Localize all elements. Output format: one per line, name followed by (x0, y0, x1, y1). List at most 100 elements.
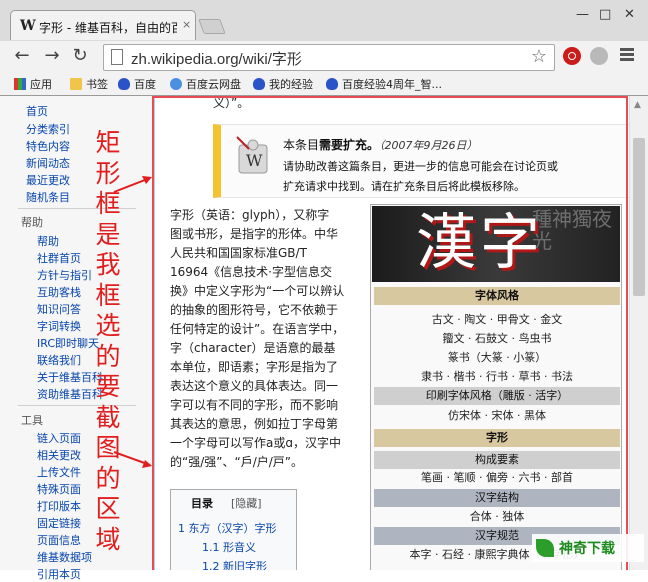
article-content: 义）”。 W 本条目需要扩充。（2007年9月26日） 请协助改善这篇条目，更进… (154, 96, 629, 570)
infobox-row[interactable]: 隶书 · 楷书 · 行书 · 草书 · 书法 (374, 368, 620, 384)
table-of-contents: 目录 [隐藏] 1 东方（汉字）字形 1.1 形音义 1.2 新旧字形 (170, 489, 297, 570)
bookmark-baidu[interactable]: 百度 (118, 76, 156, 92)
bookmark-folder[interactable]: 书签 (70, 76, 108, 92)
section-font-style: 字体风格 (374, 287, 620, 305)
infobox-row[interactable]: 古文 · 陶文 · 甲骨文 · 金文 (374, 311, 620, 327)
toc-title: 目录 (191, 497, 213, 510)
sidebar-item-random[interactable]: 随机条目 (26, 189, 70, 205)
sidebar-item-policies[interactable]: 方针与指引 (37, 267, 92, 283)
sidebar-item-wikidata[interactable]: 维基数据项 (37, 549, 92, 565)
sidebar-item-featured[interactable]: 特色内容 (26, 138, 70, 154)
maximize-icon[interactable]: □ (599, 7, 611, 22)
menu-icon[interactable] (620, 48, 634, 63)
watermark-logo: 神奇下载 (532, 534, 644, 562)
section-structure: 汉字结构 (374, 489, 620, 507)
sidebar-item-special-pages[interactable]: 特殊页面 (37, 481, 81, 497)
notice-title: 本条目需要扩充。（2007年9月26日） (283, 138, 478, 152)
article-line: 16964《信息技术·字型信息交 (170, 265, 332, 279)
new-tab-button[interactable] (198, 19, 226, 34)
infobox-row[interactable]: 仿宋体 · 宋体 · 黑体 (374, 407, 620, 423)
bookmark-star-icon[interactable]: ☆ (531, 46, 547, 67)
red-arrow-icon (113, 451, 152, 468)
article-line: 的“强/强”、“戶/户/戸”。 (170, 455, 303, 469)
article-line: 表达这个意义的具体表达。同一 (170, 379, 339, 393)
article-line: 的抽象的图形符号，它不依赖于 (170, 303, 339, 317)
sidebar-item-permalink[interactable]: 固定链接 (37, 515, 81, 531)
svg-text:W: W (246, 151, 263, 170)
baidu-paw-icon (118, 78, 130, 90)
tab-close-icon[interactable]: × (182, 18, 191, 31)
article-line: 任何特定的设计”。在语言学中， (170, 322, 345, 336)
toc-item[interactable]: 1.1 形音义 (202, 539, 256, 555)
article-line: 字形（英语：glyph），又称字 (170, 208, 330, 222)
sidebar-item-what-links-here[interactable]: 链入页面 (37, 430, 81, 446)
sidebar-item-news[interactable]: 新闻动态 (26, 155, 70, 171)
chinese-character-infobox: 種神獨夜光 漢字 字体风格 古文 · 陶文 · 甲骨文 · 金文 籀文 · 石鼓… (370, 204, 622, 570)
sidebar-item-home[interactable]: 首页 (26, 103, 48, 119)
wikipedia-favicon-icon: W (20, 18, 36, 34)
address-bar[interactable]: zh.wikipedia.org/wiki/字形 ☆ (103, 44, 555, 71)
sidebar-section-help: 帮助 (21, 216, 43, 229)
page-scrollbar[interactable]: ▲ (629, 96, 648, 570)
article-line: 本单位，即语素；字形是指为了 (170, 360, 339, 374)
tab-title: 字形 - 维基百科，自由的百科全书 (39, 21, 177, 35)
bookmark-apps[interactable]: 应用 (14, 76, 52, 92)
sidebar-item-related-changes[interactable]: 相关更改 (37, 447, 81, 463)
browser-chrome: W 字形 - 维基百科，自由的百科全书 × — □ ✕ ← → ↻ zh.wik… (0, 0, 648, 96)
baidu-paw-icon (253, 78, 265, 90)
leaf-logo-icon (536, 539, 554, 557)
bookmark-baidu-4th[interactable]: 百度经验4周年_智... (326, 76, 442, 92)
article-line: 换》中定义字形为“一个可以辨认 (170, 284, 345, 298)
bookmark-my-experience[interactable]: 我的经验 (253, 76, 313, 92)
apps-grid-icon (14, 78, 26, 90)
notice-line-3: 扩充请求中找到。请在扩充条目后将此模板移除。 (283, 180, 525, 193)
scrollbar-thumb[interactable] (633, 138, 645, 296)
url-text[interactable]: zh.wikipedia.org/wiki/字形 (131, 48, 302, 69)
sidebar-item-recent-changes[interactable]: 最近更改 (26, 172, 70, 188)
adblock-extension-icon[interactable] (563, 47, 581, 65)
infobox-row[interactable]: 籀文 · 石鼓文 · 鸟虫书 (374, 330, 620, 346)
infobox-row[interactable]: 笔画 · 笔顺 · 偏旁 · 六书 · 部首 (374, 469, 620, 485)
sidebar-section-tools: 工具 (21, 414, 43, 427)
infobox-row[interactable]: 篆书（大篆 · 小篆） (374, 349, 620, 365)
sidebar-item-help[interactable]: 帮助 (37, 233, 59, 249)
sidebar-item-print[interactable]: 打印版本 (37, 498, 81, 514)
scroll-up-icon[interactable]: ▲ (634, 100, 641, 110)
toc-item[interactable]: 1 东方（汉字）字形 (178, 520, 277, 536)
extension-icon[interactable] (590, 47, 608, 65)
article-line: 字（character）是语意的最基 (170, 341, 336, 355)
article-line: 其表达的意思，例如拉丁字母第 (170, 417, 339, 431)
back-arrow-icon[interactable]: ← (11, 45, 33, 67)
cloud-icon (170, 78, 182, 90)
window-close-icon[interactable]: ✕ (624, 7, 635, 22)
infobox-row[interactable]: 合体 · 独体 (374, 508, 620, 524)
sidebar-item-irc[interactable]: IRC即时聊天 (37, 335, 99, 351)
notice-line-2: 请协助改善这篇条目，更进一步的信息可能会在讨论页或 (283, 160, 558, 173)
browser-tab[interactable]: W 字形 - 维基百科，自由的百科全书 × (10, 10, 196, 40)
toc-item[interactable]: 1.2 新旧字形 (202, 558, 267, 570)
article-line: 图或书形，是指字的形体。中华 (170, 227, 339, 241)
sidebar-item-village-pump[interactable]: 互助客栈 (37, 284, 81, 300)
hanzi-banner-image: 種神獨夜光 漢字 (372, 206, 620, 282)
sidebar-item-community[interactable]: 社群首页 (37, 250, 81, 266)
sidebar-item-cite[interactable]: 引用本页 (37, 566, 81, 582)
red-arrow-icon (113, 176, 152, 193)
sidebar-item-conversion[interactable]: 字词转换 (37, 318, 81, 334)
sidebar-item-contact[interactable]: 联络我们 (37, 352, 81, 368)
previous-text-fragment: 义）”。 (213, 96, 250, 110)
forward-arrow-icon[interactable]: → (41, 45, 63, 67)
sidebar-item-qa[interactable]: 知识问答 (37, 301, 81, 317)
sidebar-item-page-info[interactable]: 页面信息 (37, 532, 81, 548)
reload-icon[interactable]: ↻ (69, 45, 91, 67)
minimize-icon[interactable]: — (576, 7, 589, 22)
article-line: 一个字母可以写作a或ɑ，汉字中 (170, 436, 341, 450)
bookmark-baidu-cloud[interactable]: 百度云网盘 (170, 76, 241, 92)
sidebar-item-categories[interactable]: 分类索引 (26, 121, 70, 137)
article-lead-paragraph: 字形（英语：glyph），又称字 图或书形，是指字的形体。中华 人民共和国国家标准G… (170, 206, 356, 472)
banner-background-text: 種神獨夜光 (532, 207, 612, 253)
wiki-sidebar: 首页 分类索引 特色内容 新闻动态 最近更改 随机条目 帮助 帮助 社群首页 方… (0, 96, 154, 581)
section-elements: 构成要素 (374, 451, 620, 469)
toc-hide-toggle[interactable]: [隐藏] (231, 495, 262, 511)
sidebar-item-upload[interactable]: 上传文件 (37, 464, 81, 480)
page-icon (111, 49, 123, 65)
